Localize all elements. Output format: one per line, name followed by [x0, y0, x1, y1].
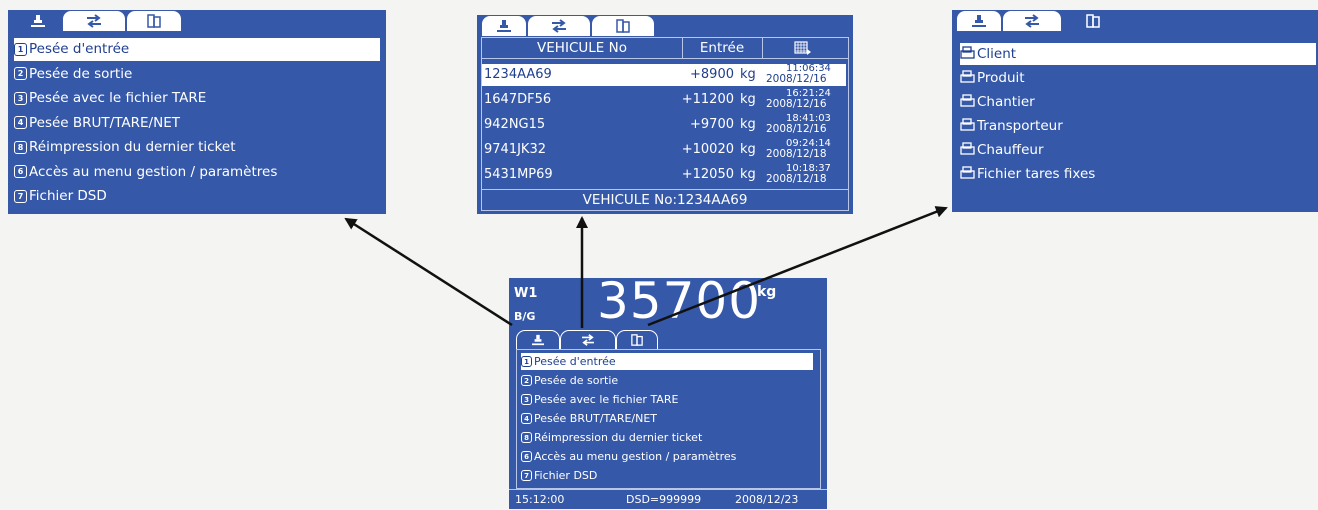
- navigation-arrows: [344, 206, 948, 328]
- arrow-to-weigh-menu: [344, 217, 513, 327]
- arrow-to-files-menu: [647, 206, 948, 327]
